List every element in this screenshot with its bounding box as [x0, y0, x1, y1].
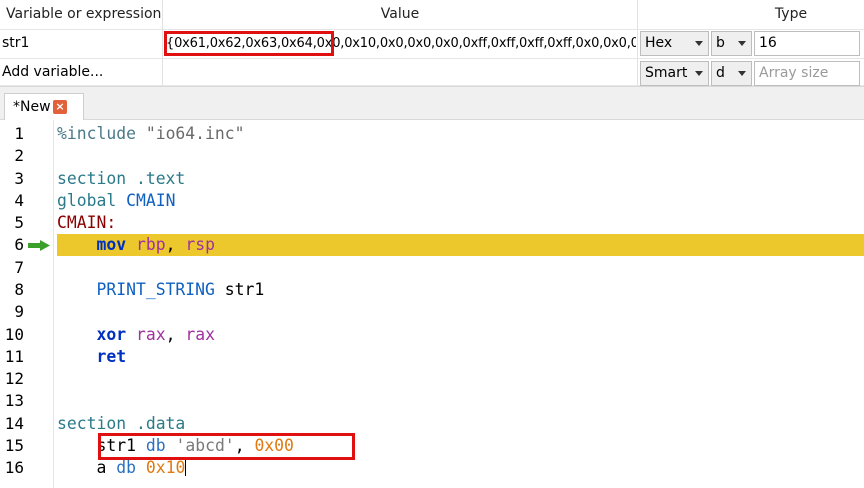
- tab-label: *New: [13, 99, 51, 115]
- header-variable: Variable or expression: [6, 6, 162, 22]
- chevron-down-icon: [738, 71, 746, 76]
- code-line-current: 6 mov rbp, rsp: [0, 234, 864, 256]
- code-line: 1 %include "io64.inc": [0, 123, 864, 145]
- code-text: str1 db 'abcd', 0x00: [96, 436, 294, 455]
- line-number: 11: [4, 347, 24, 366]
- line-number: 7: [14, 258, 24, 277]
- array-size-placeholder: Array size: [759, 65, 829, 81]
- code-text: xor rax, rax: [96, 325, 215, 344]
- line-number: 3: [14, 169, 24, 188]
- header-type: Type: [774, 6, 808, 22]
- format-select-value: Smart: [645, 65, 688, 81]
- line-number: 16: [4, 458, 24, 477]
- code-text: a db 0x10: [96, 458, 187, 477]
- header-value: Value: [380, 6, 420, 22]
- watch-variable-value: {0x61,0x62,0x63,0x64,0x0,0x10,0x0,0x0,0x…: [166, 36, 636, 51]
- line-number: 5: [14, 213, 24, 232]
- code-text: section .data: [57, 414, 186, 433]
- chevron-down-icon: [695, 71, 703, 76]
- code-text: PRINT_STRING str1: [96, 280, 265, 299]
- line-number: 14: [4, 414, 24, 433]
- format-select-value: Hex: [645, 35, 673, 51]
- code-text: %include "io64.inc": [57, 124, 245, 143]
- chevron-down-icon: [738, 41, 746, 46]
- code-text: ret: [96, 347, 127, 366]
- code-line: 12: [0, 368, 864, 390]
- code-line: 15 str1 db 'abcd', 0x00: [0, 435, 864, 457]
- size-select[interactable]: b: [711, 31, 752, 56]
- size-select-value: d: [716, 65, 725, 81]
- format-select[interactable]: Smart: [640, 61, 709, 86]
- code-line: 16 a db 0x10: [0, 457, 864, 479]
- code-line: 11 ret: [0, 346, 864, 368]
- line-number: 6: [14, 235, 24, 254]
- line-number: 13: [4, 391, 24, 410]
- chevron-down-icon: [695, 41, 703, 46]
- code-line: 7: [0, 257, 864, 279]
- text-cursor: [185, 458, 187, 476]
- format-select[interactable]: Hex: [640, 31, 709, 56]
- code-line: 5 CMAIN:: [0, 212, 864, 234]
- code-line: 3 section .text: [0, 168, 864, 190]
- watch-variable-name[interactable]: str1: [2, 29, 160, 58]
- line-number: 9: [14, 302, 24, 321]
- line-number: 15: [4, 436, 24, 455]
- code-line: 13: [0, 390, 864, 412]
- line-number: 4: [14, 191, 24, 210]
- code-editor[interactable]: 1 %include "io64.inc" 2 3 section .text …: [0, 120, 864, 488]
- code-line: 10 xor rax, rax: [0, 324, 864, 346]
- code-text: CMAIN:: [57, 213, 117, 232]
- line-number: 2: [14, 146, 24, 165]
- array-size-input[interactable]: Array size: [754, 61, 860, 86]
- line-number: 8: [14, 280, 24, 299]
- add-variable-field[interactable]: Add variable...: [2, 58, 160, 86]
- line-number: 12: [4, 369, 24, 388]
- array-size-input[interactable]: 16: [754, 31, 860, 56]
- code-line: 2: [0, 145, 864, 167]
- code-line: 14 section .data: [0, 413, 864, 435]
- line-number: 10: [4, 325, 24, 344]
- code-line: 9: [0, 301, 864, 323]
- code-line: 4 global CMAIN: [0, 190, 864, 212]
- size-select[interactable]: d: [711, 61, 752, 86]
- code-text: mov rbp, rsp: [96, 235, 215, 254]
- tab-new[interactable]: *New ×: [4, 93, 84, 121]
- code-text: section .text: [57, 169, 186, 188]
- size-select-value: b: [716, 35, 725, 51]
- line-number: 1: [14, 124, 24, 143]
- code-text: global CMAIN: [57, 191, 176, 210]
- execution-arrow-icon: [28, 240, 50, 251]
- code-line: 8 PRINT_STRING str1: [0, 279, 864, 301]
- editor-tab-bar: *New ×: [0, 86, 864, 121]
- watch-table: Variable or expression Value Type str1 {…: [0, 0, 864, 86]
- close-icon[interactable]: ×: [53, 100, 67, 114]
